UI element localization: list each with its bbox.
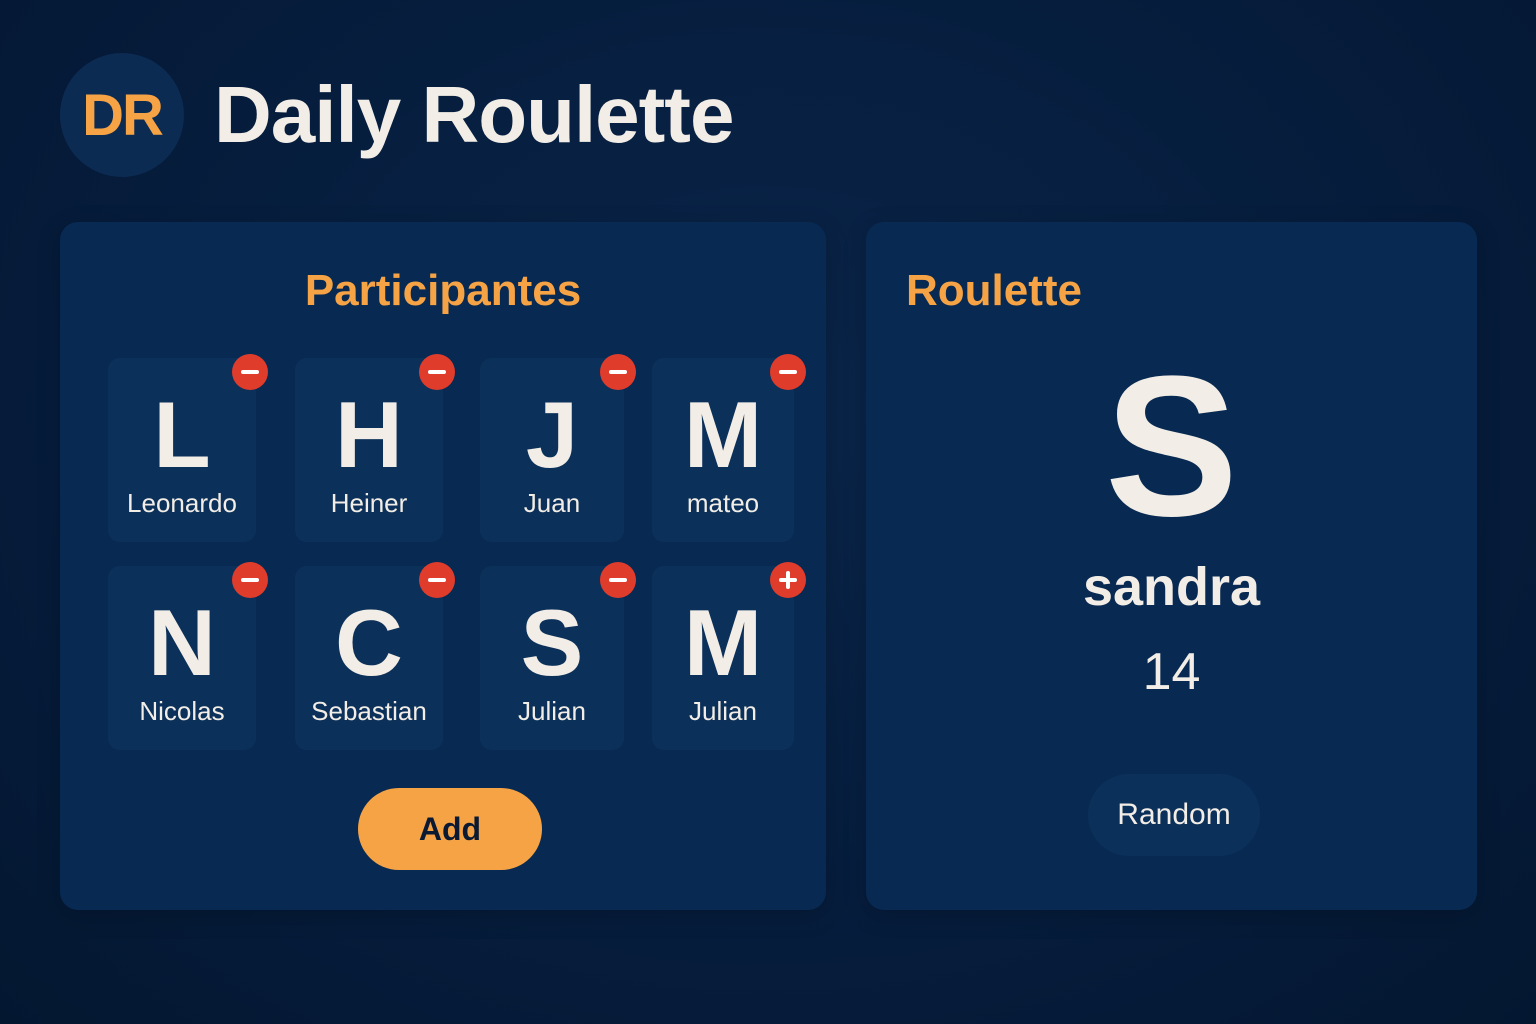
participant-card-7[interactable]: S Julian [480, 562, 636, 750]
participant-name: Juan [523, 488, 581, 518]
remove-participant-icon[interactable] [419, 562, 455, 598]
participant-name: Nicolas [139, 696, 225, 726]
participant-name: Julian [518, 696, 586, 726]
participant-initial: M [683, 590, 763, 695]
participant-card-5[interactable]: N Nicolas [108, 562, 268, 750]
participant-initial: H [335, 382, 403, 487]
random-button[interactable]: Random [1088, 774, 1260, 856]
roulette-panel: Roulette S sandra 14 Random [866, 222, 1477, 910]
participant-card-3[interactable]: J Juan [480, 354, 636, 542]
remove-participant-icon[interactable] [600, 354, 636, 390]
participant-initial: S [520, 590, 584, 695]
participant-name: mateo [686, 488, 760, 518]
remove-participant-icon[interactable] [770, 354, 806, 390]
remove-participant-icon[interactable] [419, 354, 455, 390]
participant-name: Heiner [330, 488, 408, 518]
remove-participant-icon[interactable] [600, 562, 636, 598]
remove-participant-icon[interactable] [232, 354, 268, 390]
add-participant-icon[interactable] [770, 562, 806, 598]
selected-number: 14 [1142, 643, 1201, 701]
participant-initial: N [148, 590, 216, 695]
roulette-title: Roulette [906, 266, 1082, 315]
participant-card-4[interactable]: M mateo [652, 354, 806, 542]
app-title: Daily Roulette [214, 70, 734, 159]
participant-card-8[interactable]: M Julian [652, 562, 806, 750]
participant-card-1[interactable]: L Leonardo [108, 354, 268, 542]
participant-card-2[interactable]: H Heiner [295, 354, 455, 542]
participant-name: Leonardo [127, 488, 237, 518]
participant-initial: L [153, 382, 211, 487]
app-logo: DR [60, 53, 184, 177]
participant-initial: M [683, 382, 763, 487]
participants-panel: Participantes L Leonardo H Heiner J Juan… [60, 222, 826, 910]
selected-initial: S [1104, 335, 1239, 558]
remove-participant-icon[interactable] [232, 562, 268, 598]
add-button[interactable]: Add [358, 788, 542, 870]
app-header: DR Daily Roulette [60, 52, 734, 178]
participant-name: Sebastian [311, 696, 427, 726]
participants-title: Participantes [304, 266, 582, 315]
participant-initial: J [525, 382, 579, 487]
participant-card-6[interactable]: C Sebastian [295, 562, 455, 750]
participant-name: Julian [689, 696, 757, 726]
selected-name: sandra [1082, 557, 1261, 617]
participant-initial: C [335, 590, 403, 695]
